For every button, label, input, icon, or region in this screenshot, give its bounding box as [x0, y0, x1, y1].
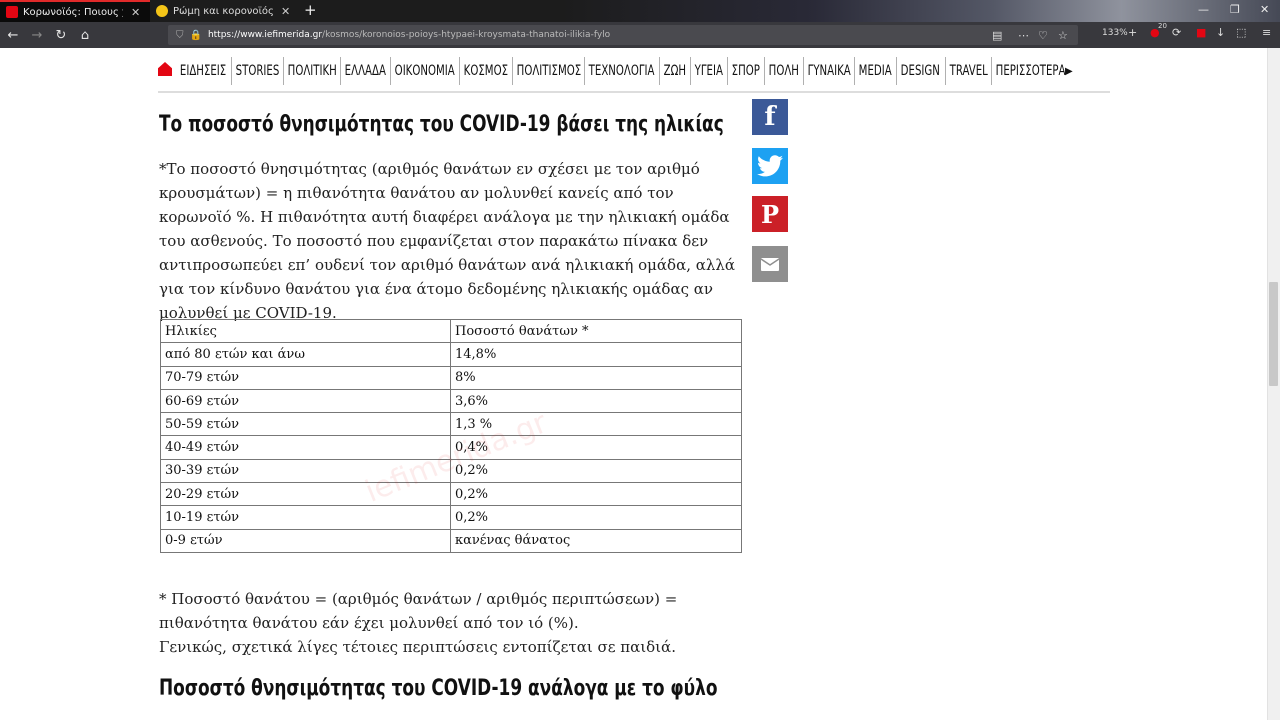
pinterest-icon: P: [760, 199, 780, 229]
forward-icon[interactable]: →: [26, 28, 48, 43]
table-row: 70-79 ετών 8%: [160, 365, 742, 390]
url-bar[interactable]: ⛉ 🔒 https://www.iefimerida.gr/kosmos/kor…: [168, 25, 1078, 45]
footnote-definition: * Ποσοστό θανάτου = (αριθμός θανάτων / α…: [159, 590, 678, 632]
table-row: 10-19 ετών 0,2%: [160, 505, 742, 530]
table-header-row: Ηλικίες Ποσοστό θανάτων *: [160, 318, 742, 344]
menu-item[interactable]: MEDIA: [854, 57, 896, 85]
sync-icon[interactable]: ⟳: [1172, 26, 1181, 39]
close-tab-icon[interactable]: ✕: [281, 5, 290, 18]
twitter-icon: [757, 155, 783, 177]
table-header-cell: Ηλικίες: [160, 318, 451, 344]
menu-item[interactable]: STORIES: [230, 57, 283, 85]
url-path: /kosmos/koronoios-poioys-htypaei-kroysma…: [322, 30, 611, 40]
facebook-icon: f: [764, 102, 776, 132]
mortality-rate-cell: 8%: [450, 365, 742, 390]
menu-item[interactable]: ΥΓΕΙΑ: [689, 57, 727, 85]
age-group-cell: 50-59 ετών: [160, 412, 451, 437]
mortality-rate-cell: 3,6%: [450, 388, 742, 414]
mortality-rate-cell: 0,2%: [450, 505, 742, 530]
back-icon[interactable]: ←: [2, 28, 24, 43]
extension-puzzle-icon[interactable]: ⬚: [1236, 26, 1246, 39]
section-heading-gender: Ποσοστό θνησιμότητας του COVID-19 ανάλογ…: [159, 676, 718, 701]
menu-divider: [158, 91, 1110, 93]
age-group-cell: 40-49 ετών: [160, 435, 451, 460]
new-tab-icon[interactable]: +: [304, 1, 317, 19]
pocket-icon[interactable]: ♡: [1038, 29, 1048, 42]
add-icon[interactable]: +: [1128, 26, 1137, 39]
reload-icon[interactable]: ↻: [50, 28, 72, 43]
reader-view-icon[interactable]: ▤: [992, 29, 1002, 42]
table-header-cell: Ποσοστό θανάτων *: [450, 318, 742, 344]
close-tab-icon[interactable]: ✕: [131, 6, 140, 19]
menu-item[interactable]: ΚΟΣΜΟΣ: [458, 57, 512, 85]
age-group-cell: από 80 ετών και άνω: [160, 342, 451, 367]
table-row: 20-29 ετών 0,2%: [160, 482, 742, 507]
intro-paragraph: *Το ποσοστό θνησιμότητας (αριθμός θανάτω…: [159, 160, 736, 322]
scrollbar[interactable]: [1267, 48, 1280, 720]
minimize-icon[interactable]: —: [1198, 3, 1209, 16]
menu-item[interactable]: ΕΙΔΗΣΕΙΣ: [176, 57, 230, 85]
tab-bar: Κορωνοϊός: Ποιους χτυπάει ✕ Ρώμη και κορ…: [0, 0, 1280, 22]
menu-item[interactable]: ΠΟΛΗ: [763, 57, 803, 85]
age-group-cell: 70-79 ετών: [160, 365, 451, 390]
pinterest-share-button[interactable]: P: [752, 196, 788, 232]
home-icon[interactable]: ⌂: [74, 28, 96, 43]
mortality-rate-cell: 0,2%: [450, 458, 742, 484]
extension-badge: 20: [1158, 22, 1167, 30]
home-icon[interactable]: [158, 62, 172, 76]
menu-item[interactable]: ΣΠΟΡ: [726, 57, 764, 85]
mortality-rate-cell: 14,8%: [450, 342, 742, 367]
menu-item[interactable]: ΤΕΧΝΟΛΟΓΙΑ: [584, 57, 658, 85]
menu-item[interactable]: ΠΟΛΙΤΙΣΜΟΣ: [511, 57, 585, 85]
site-favicon-icon: [156, 5, 168, 17]
table-row: από 80 ετών και άνω 14,8%: [160, 342, 742, 367]
menu-item[interactable]: ΖΩΗ: [659, 57, 690, 85]
twitter-share-button[interactable]: [752, 148, 788, 184]
age-group-cell: 60-69 ετών: [160, 388, 451, 414]
age-group-cell: 10-19 ετών: [160, 505, 451, 530]
page-actions-icon[interactable]: ⋯: [1018, 29, 1029, 42]
mortality-rate-cell: 0,2%: [450, 482, 742, 507]
menu-item[interactable]: ΠΟΛΙΤΙΚΗ: [282, 57, 341, 85]
footnote-children: Γενικώς, σχετικά λίγες τέτοιες περιπτώσε…: [159, 638, 676, 656]
site-favicon-icon: [6, 6, 18, 18]
tab-inactive[interactable]: Ρώμη και κορονοϊός - Σελίδα ✕: [150, 0, 300, 22]
scrollbar-thumb[interactable]: [1269, 282, 1278, 386]
tab-active[interactable]: Κορωνοϊός: Ποιους χτυπάει ✕: [0, 0, 150, 22]
close-window-icon[interactable]: ✕: [1260, 3, 1269, 16]
site-menu: ΕΙΔΗΣΕΙΣ STORIES ΠΟΛΙΤΙΚΗ ΕΛΛΑΔΑ ΟΙΚΟΝΟΜΙΑ ΚΟ…: [176, 57, 1073, 85]
menu-icon[interactable]: ≡: [1262, 26, 1271, 39]
section-heading: Το ποσοστό θνησιμότητας του COVID-19 βάσ…: [159, 112, 724, 137]
maximize-icon[interactable]: ❐: [1230, 3, 1240, 16]
url-domain: https://www.iefimerida.gr: [207, 30, 323, 40]
age-group-cell: 0-9 ετών: [160, 528, 451, 553]
menu-item[interactable]: ΕΛΛΑΔΑ: [340, 57, 390, 85]
email-icon: [761, 257, 779, 271]
menu-item[interactable]: DESIGN: [896, 57, 944, 85]
navigation-bar: ← → ↻ ⌂ ⛉ 🔒 https://www.iefimerida.gr/ko…: [0, 22, 1280, 48]
mortality-rate-cell: κανένας θάνατος: [450, 528, 742, 553]
tab-title: Ρώμη και κορονοϊός - Σελίδα: [173, 5, 273, 17]
mortality-table: Ηλικίες Ποσοστό θανάτων * από 80 ετών και …: [160, 318, 742, 553]
download-icon[interactable]: ↓: [1216, 26, 1225, 39]
tab-title: Κορωνοϊός: Ποιους χτυπάει: [23, 6, 123, 18]
lock-icon: 🔒: [189, 29, 202, 41]
bookmark-star-icon[interactable]: ☆: [1058, 29, 1068, 42]
menu-item[interactable]: ΠΕΡΙΣΣΟΤΕΡΑ: [991, 57, 1069, 85]
table-row: 50-59 ετών 1,3 %: [160, 412, 742, 437]
menu-item[interactable]: ΟΙΚΟΝΟΜΙΑ: [390, 57, 459, 85]
table-row: 0-9 ετών κανένας θάνατος: [160, 528, 742, 553]
email-share-button[interactable]: [752, 246, 788, 282]
zoom-level[interactable]: 133%: [1102, 28, 1128, 38]
addon-icon[interactable]: ■: [1196, 26, 1206, 39]
facebook-share-button[interactable]: f: [752, 99, 788, 135]
table-row: 60-69 ετών 3,6%: [160, 388, 742, 414]
menu-item[interactable]: TRAVEL: [944, 57, 992, 85]
footnote: * Ποσοστό θανάτου = (αριθμός θανάτων / α…: [159, 587, 741, 659]
menu-item[interactable]: ΓΥΝΑΙΚΑ: [802, 57, 855, 85]
shield-icon: ⛉: [176, 29, 184, 41]
